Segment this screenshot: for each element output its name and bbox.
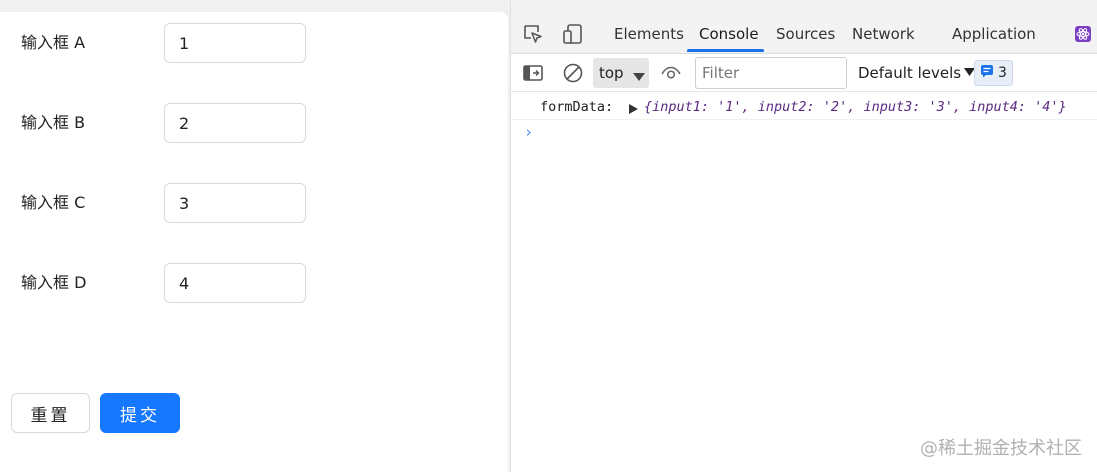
input-a[interactable] — [164, 23, 306, 63]
console-prompt-icon[interactable]: › — [524, 123, 533, 141]
form-panel: 输入框 A 输入框 B 输入框 C 输入框 D 重置 提交 — [0, 12, 508, 472]
reset-button[interactable]: 重置 — [11, 393, 90, 433]
tab-network[interactable]: Network — [852, 22, 915, 46]
form-row-a: 输入框 A — [0, 23, 508, 63]
watermark: @稀土掘金技术社区 — [920, 438, 1082, 459]
context-select[interactable]: top — [593, 58, 649, 88]
form-row-c: 输入框 C — [0, 183, 508, 223]
input-c[interactable] — [164, 183, 306, 223]
tab-console[interactable]: Console — [699, 22, 759, 46]
active-tab-underline — [687, 49, 764, 52]
field-label-c: 输入框 C — [21, 193, 86, 212]
devtools-tabbar: Elements Console Sources Network Applica… — [511, 0, 1097, 54]
field-label-d: 输入框 D — [21, 273, 87, 292]
log-levels-dropdown[interactable]: Default levels — [858, 58, 976, 88]
console-filter-input[interactable] — [695, 57, 847, 89]
chevron-down-icon — [633, 67, 645, 86]
issues-badge[interactable]: 3 — [974, 60, 1013, 86]
issues-count: 3 — [998, 65, 1007, 81]
live-expression-icon[interactable] — [659, 61, 683, 85]
field-label-b: 输入框 B — [21, 113, 86, 132]
log-levels-label: Default levels — [858, 64, 962, 82]
app-root: 输入框 A 输入框 B 输入框 C 输入框 D 重置 提交 — [0, 0, 1097, 472]
tab-sources[interactable]: Sources — [776, 22, 835, 46]
console-log-entry: formData: {input1: '1', input2: '2', inp… — [511, 92, 1097, 120]
log-object[interactable]: {input1: '1', input2: '2', input3: '3', … — [644, 99, 1067, 115]
expand-triangle-icon[interactable] — [629, 102, 638, 118]
context-value: top — [599, 64, 624, 82]
clear-console-icon[interactable] — [561, 61, 585, 85]
inspect-element-icon[interactable] — [521, 22, 545, 46]
tab-application[interactable]: Application — [952, 22, 1036, 46]
form-row-b: 输入框 B — [0, 103, 508, 143]
react-devtools-icon[interactable] — [1071, 22, 1095, 46]
submit-button[interactable]: 提交 — [100, 393, 180, 433]
field-label-a: 输入框 A — [21, 33, 86, 52]
console-toolbar: top Default levels — [511, 54, 1097, 92]
console-output: formData: {input1: '1', input2: '2', inp… — [511, 92, 1097, 472]
tab-elements[interactable]: Elements — [614, 22, 684, 46]
form-row-d: 输入框 D — [0, 263, 508, 303]
message-icon — [980, 64, 994, 82]
input-d[interactable] — [164, 263, 306, 303]
sidebar-toggle-icon[interactable] — [521, 61, 545, 85]
input-b[interactable] — [164, 103, 306, 143]
log-label: formData: — [540, 99, 614, 115]
devtools-panel: Elements Console Sources Network Applica… — [510, 0, 1097, 472]
device-toolbar-icon[interactable] — [561, 22, 585, 46]
